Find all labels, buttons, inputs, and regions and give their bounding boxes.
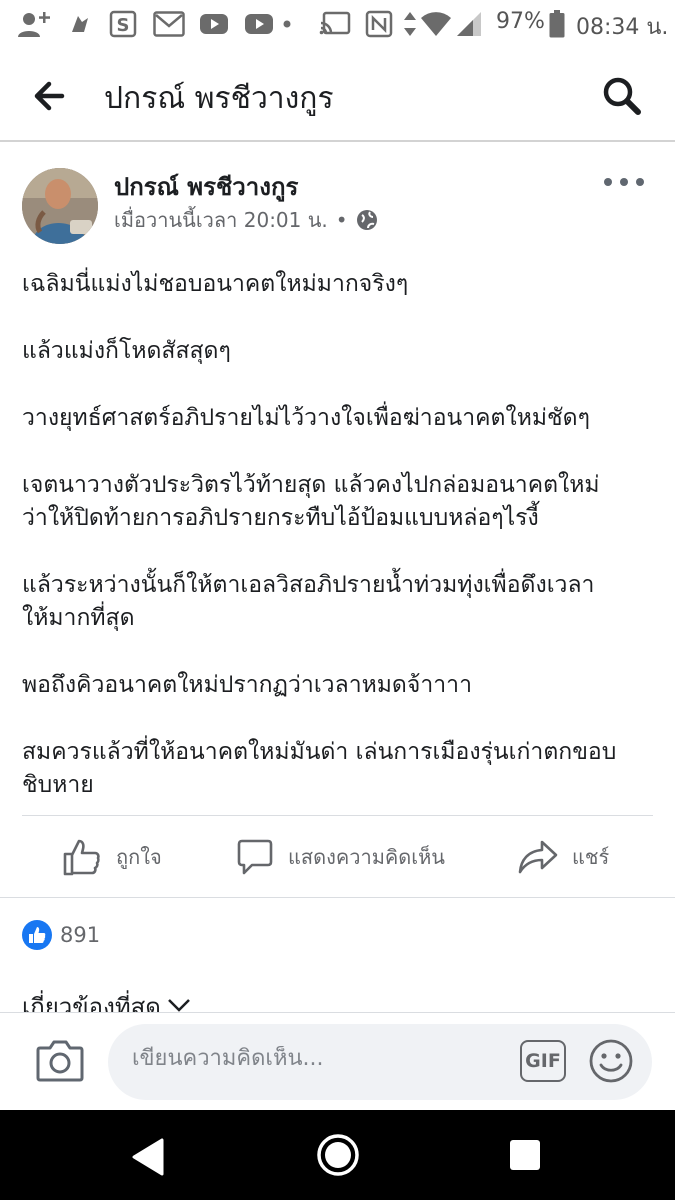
divider <box>22 815 653 816</box>
page-title: ปกรณ์ พรชีวางกูร <box>104 81 334 116</box>
profile-photo-icon <box>22 168 98 244</box>
emoji-button[interactable] <box>588 1038 634 1084</box>
comment-sort-dropdown[interactable]: เกี่ยวข้องที่สุด <box>22 990 191 1012</box>
search-icon <box>603 77 641 115</box>
s-app-icon: S <box>108 8 138 40</box>
comment-sort-label: เกี่ยวข้องที่สุด <box>22 993 161 1012</box>
system-home-button[interactable] <box>316 1133 360 1181</box>
like-reaction-icon <box>22 920 52 950</box>
post-options-button[interactable] <box>604 170 644 194</box>
youtube-icon <box>198 8 230 40</box>
post-paragraph: เฉลิมนี่แม่งไม่ชอบอนาคตใหม่มากจริงๆ <box>22 271 409 297</box>
chevron-down-icon <box>167 999 190 1012</box>
gmail-icon <box>152 8 186 40</box>
home-circle-icon <box>317 1134 359 1176</box>
avatar[interactable] <box>22 168 98 244</box>
search-button[interactable] <box>600 74 644 118</box>
post-paragraph: แล้วระหว่างนั้นก็ให้ตาเอลวิสอภิปรายน้ำท่… <box>22 572 595 631</box>
post-meta: เมื่อวานนี้เวลา 20:01 น. • <box>114 204 378 236</box>
svg-text:S: S <box>117 15 130 36</box>
system-nav-bar <box>0 1110 675 1200</box>
camera-button[interactable] <box>36 1038 84 1082</box>
add-contact-icon <box>16 8 52 40</box>
comment-input[interactable] <box>132 1046 512 1071</box>
post-paragraph: เจตนาวางตัวประวิตรไว้ท้ายสุด แล้วคงไปกล่… <box>22 472 600 531</box>
app-bar: ปกรณ์ พรชีวางกูร <box>0 48 675 142</box>
meta-separator: • <box>335 208 348 232</box>
status-bar: S 97% 08:34 น. <box>0 0 675 48</box>
battery-percent: 97% <box>496 9 545 34</box>
app-notification-icon <box>66 8 94 40</box>
system-back-button[interactable] <box>130 1137 166 1181</box>
camera-icon <box>36 1040 84 1082</box>
system-recents-button[interactable] <box>510 1140 540 1170</box>
arrow-left-icon <box>34 81 65 111</box>
more-dots-icon <box>604 178 612 186</box>
like-label: ถูกใจ <box>116 845 162 869</box>
comment-button[interactable]: แสดงความคิดเห็น <box>236 832 445 882</box>
wifi-icon <box>420 8 452 40</box>
smiley-icon <box>589 1039 633 1083</box>
youtube-icon <box>242 8 276 40</box>
nfc-icon <box>364 8 394 40</box>
signal-icon <box>454 8 484 40</box>
post-paragraph: พอถึงคิวอนาคตใหม่ปรากฏว่าเวลาหมดจ้าาาา <box>22 672 473 698</box>
comment-composer: GIF <box>0 1012 675 1110</box>
battery-icon <box>548 8 566 40</box>
post-author[interactable]: ปกรณ์ พรชีวางกูร <box>114 167 298 206</box>
comment-label: แสดงความคิดเห็น <box>288 845 445 869</box>
share-label: แชร์ <box>572 845 610 869</box>
globe-icon <box>356 210 377 230</box>
reaction-summary[interactable]: 891 <box>22 918 100 952</box>
more-notifications-icon <box>280 8 294 40</box>
data-transfer-icon <box>402 8 418 40</box>
reaction-count: 891 <box>60 923 101 947</box>
share-arrow-icon <box>518 840 558 874</box>
status-time: 08:34 น. <box>576 15 669 40</box>
comment-bubble-icon <box>237 839 273 875</box>
share-button[interactable]: แชร์ <box>518 832 609 882</box>
divider <box>0 897 675 898</box>
cast-icon <box>318 8 352 40</box>
post-paragraph: วางยุทธ์ศาสตร์อภิปรายไม่ไว้วางใจเพื่อฆ่า… <box>22 405 590 431</box>
post-timestamp[interactable]: เมื่อวานนี้เวลา 20:01 น. <box>114 204 328 236</box>
gif-button[interactable]: GIF <box>520 1040 566 1082</box>
back-button[interactable] <box>30 76 74 116</box>
post-paragraph: สมควรแล้วที่ให้อนาคตใหม่มันด่า เล่นการเม… <box>22 739 617 798</box>
triangle-back-icon <box>132 1138 164 1176</box>
like-button[interactable]: ถูกใจ <box>62 832 162 882</box>
comment-field: GIF <box>108 1024 652 1100</box>
post-paragraph: แล้วแม่งก็โหดสัสสุดๆ <box>22 338 231 364</box>
thumbs-up-icon <box>63 839 100 876</box>
post-text: เฉลิมนี่แม่งไม่ชอบอนาคตใหม่มากจริงๆ แล้ว… <box>22 268 654 836</box>
